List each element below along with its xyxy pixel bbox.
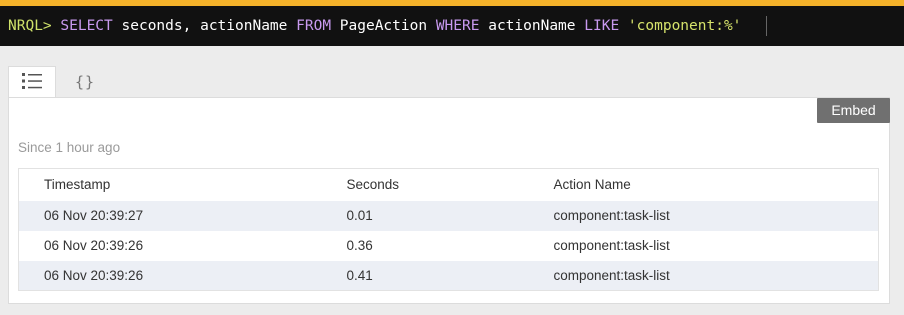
query-keyword-from: FROM [296,18,332,34]
table-row: 06 Nov 20:39:27 0.01 component:task-list [18,200,879,231]
cell-seconds: 0.01 [321,200,529,231]
text-cursor [766,16,768,36]
braces-icon: {} [74,73,96,91]
tab-json[interactable]: {} [56,66,114,98]
table-row: 06 Nov 20:39:26 0.41 component:task-list [18,260,879,291]
embed-button[interactable]: Embed [817,98,890,123]
query-fields: seconds, actionName [121,18,288,34]
column-header-seconds[interactable]: Seconds [321,168,529,201]
nrql-query-bar[interactable]: NRQL> SELECT seconds, actionName FROM Pa… [0,6,904,46]
query-prompt: NRQL> [8,18,52,34]
cell-action-name: component:task-list [528,260,879,291]
query-table: PageAction [339,18,428,34]
column-header-action-name[interactable]: Action Name [528,168,879,201]
time-range-label: Since 1 hour ago [18,140,121,155]
list-icon [22,72,42,95]
query-where-field: actionName [488,18,576,34]
view-tabs: {} [8,66,114,99]
cell-timestamp: 06 Nov 20:39:26 [44,238,144,253]
query-pattern: 'component:%' [627,18,742,34]
cell-timestamp: 06 Nov 20:39:26 [18,260,322,291]
cell-action-name: component:task-list [553,238,670,253]
cell-seconds: 0.41 [321,260,529,291]
query-keyword-where: WHERE [435,18,480,34]
cell-action-name: component:task-list [528,200,879,231]
query-keyword-like: LIKE [584,18,620,34]
results-table: Timestamp Seconds Action Name 06 Nov 20:… [18,168,879,291]
cell-seconds: 0.36 [346,238,373,253]
table-row: 06 Nov 20:39:26 0.36 component:task-list [19,231,879,261]
cell-timestamp: 06 Nov 20:39:27 [18,200,322,231]
column-header-timestamp[interactable]: Timestamp [18,168,322,201]
table-header-row: Timestamp Seconds Action Name [18,168,879,201]
tab-table[interactable] [8,66,56,99]
query-keyword-select: SELECT [60,18,113,34]
